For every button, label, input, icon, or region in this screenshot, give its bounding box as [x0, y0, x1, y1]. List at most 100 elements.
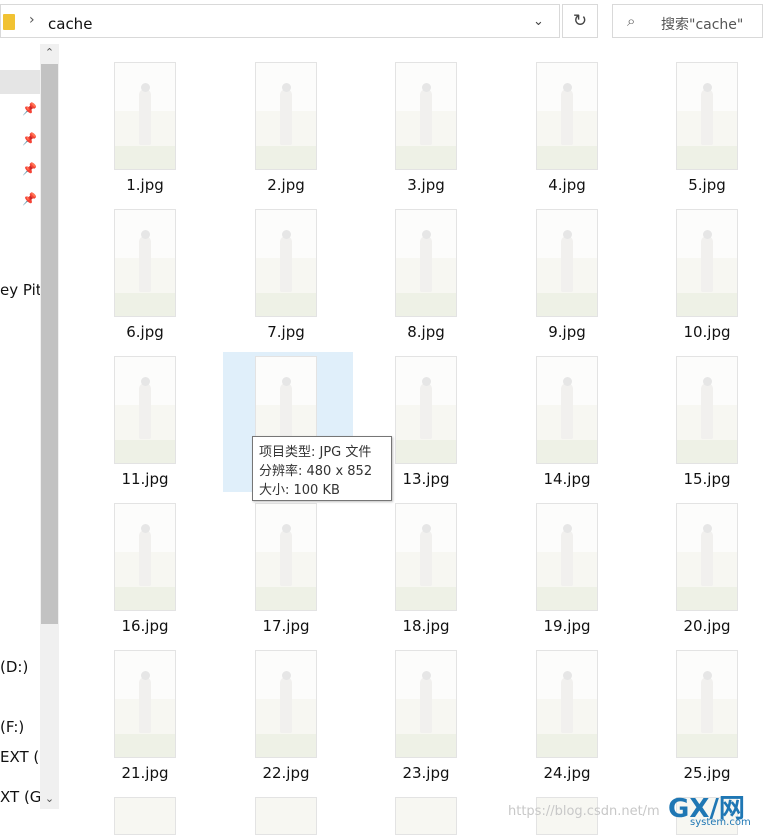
file-name: 25.jpg: [683, 764, 731, 782]
folder-icon: [3, 14, 15, 30]
chevron-down-icon[interactable]: ⌄: [533, 14, 544, 29]
file-item[interactable]: 18.jpg: [361, 501, 491, 641]
image-thumbnail: [114, 650, 176, 758]
image-thumbnail: [676, 209, 738, 317]
file-item[interactable]: 23.jpg: [361, 648, 491, 788]
file-item[interactable]: 9.jpg: [502, 207, 632, 347]
tooltip-resolution: 分辨率: 480 x 852: [259, 464, 373, 479]
search-placeholder: 搜索"cache": [661, 17, 744, 33]
file-name: 3.jpg: [407, 176, 445, 194]
pin-icon: 📌: [22, 132, 37, 146]
file-name: 9.jpg: [548, 323, 586, 341]
image-thumbnail: [676, 356, 738, 464]
sidebar-selected-item[interactable]: [0, 70, 40, 94]
file-name: 1.jpg: [126, 176, 164, 194]
tooltip-type: 项目类型: JPG 文件: [259, 445, 372, 460]
file-item[interactable]: 6.jpg: [80, 207, 210, 347]
scrollbar-thumb[interactable]: [41, 64, 58, 624]
file-item[interactable]: 4.jpg: [502, 60, 632, 200]
image-thumbnail: [395, 650, 457, 758]
file-name: 15.jpg: [683, 470, 731, 488]
image-thumbnail: [114, 503, 176, 611]
image-thumbnail: [114, 62, 176, 170]
image-thumbnail: [676, 650, 738, 758]
image-thumbnail: [536, 650, 598, 758]
file-item[interactable]: 8.jpg: [361, 207, 491, 347]
file-tooltip: 项目类型: JPG 文件 分辨率: 480 x 852 大小: 100 KB: [252, 436, 392, 501]
file-name: 4.jpg: [548, 176, 586, 194]
file-name: 17.jpg: [262, 617, 310, 635]
address-bar[interactable]: › cache ⌄: [0, 4, 560, 38]
refresh-button[interactable]: ↻: [562, 4, 598, 38]
file-item[interactable]: 25.jpg: [642, 648, 763, 788]
image-thumbnail: [395, 62, 457, 170]
file-item[interactable]: 22.jpg: [221, 648, 351, 788]
image-thumbnail: [536, 503, 598, 611]
pin-icon: 📌: [22, 192, 37, 206]
sidebar-item-drive-f[interactable]: (F:): [0, 718, 24, 736]
image-thumbnail: [676, 503, 738, 611]
file-name: 8.jpg: [407, 323, 445, 341]
image-thumbnail: [114, 356, 176, 464]
image-thumbnail: [676, 62, 738, 170]
image-thumbnail: [536, 62, 598, 170]
file-name: 11.jpg: [121, 470, 169, 488]
navigation-pane: 📌 📌 📌 📌 ey Pit (D:) (F:) EXT (( XT (G: ⌃…: [0, 44, 60, 835]
search-input[interactable]: ⌕ 搜索"cache": [612, 4, 763, 38]
sidebar-item-drive-d[interactable]: (D:): [0, 658, 28, 676]
image-thumbnail: [536, 209, 598, 317]
image-thumbnail[interactable]: [395, 797, 457, 835]
file-name: 10.jpg: [683, 323, 731, 341]
file-name: 18.jpg: [402, 617, 450, 635]
image-thumbnail: [255, 62, 317, 170]
file-name: 20.jpg: [683, 617, 731, 635]
image-thumbnail: [395, 209, 457, 317]
file-item[interactable]: 20.jpg: [642, 501, 763, 641]
file-name: 6.jpg: [126, 323, 164, 341]
scroll-up-icon[interactable]: ⌃: [40, 46, 59, 64]
file-item[interactable]: 1.jpg: [80, 60, 210, 200]
file-name: 2.jpg: [267, 176, 305, 194]
file-item[interactable]: 15.jpg: [642, 354, 763, 494]
file-name: 5.jpg: [688, 176, 726, 194]
file-name: 19.jpg: [543, 617, 591, 635]
file-item[interactable]: 2.jpg: [221, 60, 351, 200]
watermark-url: https://blog.csdn.net/m: [508, 804, 660, 819]
breadcrumb-chevron-icon[interactable]: ›: [29, 12, 35, 28]
file-item[interactable]: 14.jpg: [502, 354, 632, 494]
file-item[interactable]: 17.jpg: [221, 501, 351, 641]
image-thumbnail: [255, 650, 317, 758]
image-thumbnail: [395, 356, 457, 464]
file-name: 23.jpg: [402, 764, 450, 782]
watermark-logo-sub: system.com: [690, 817, 751, 828]
tooltip-size: 大小: 100 KB: [259, 483, 340, 498]
file-item[interactable]: 3.jpg: [361, 60, 491, 200]
image-thumbnail: [395, 503, 457, 611]
pin-icon: 📌: [22, 162, 37, 176]
file-name: 24.jpg: [543, 764, 591, 782]
file-name: 21.jpg: [121, 764, 169, 782]
image-thumbnail: [255, 503, 317, 611]
sidebar-item-label[interactable]: ey Pit: [0, 281, 42, 299]
file-name: 14.jpg: [543, 470, 591, 488]
image-thumbnail[interactable]: [255, 797, 317, 835]
file-item[interactable]: 24.jpg: [502, 648, 632, 788]
watermark-logo: GX/网 system.com: [668, 788, 763, 835]
file-item[interactable]: 21.jpg: [80, 648, 210, 788]
file-item[interactable]: 19.jpg: [502, 501, 632, 641]
breadcrumb-cache[interactable]: cache: [48, 15, 92, 33]
scroll-down-icon[interactable]: ⌄: [40, 792, 59, 808]
sidebar-item-drive-ext[interactable]: EXT ((: [0, 748, 45, 766]
file-item[interactable]: 7.jpg: [221, 207, 351, 347]
file-item[interactable]: 11.jpg: [80, 354, 210, 494]
pin-icon: 📌: [22, 102, 37, 116]
file-name: 7.jpg: [267, 323, 305, 341]
file-item[interactable]: 5.jpg: [642, 60, 763, 200]
address-toolbar: › cache ⌄ ↻ ⌕ 搜索"cache": [0, 0, 763, 44]
image-thumbnail: [114, 209, 176, 317]
image-thumbnail[interactable]: [114, 797, 176, 835]
image-thumbnail: [536, 356, 598, 464]
file-item[interactable]: 16.jpg: [80, 501, 210, 641]
file-item[interactable]: 10.jpg: [642, 207, 763, 347]
file-name: 16.jpg: [121, 617, 169, 635]
